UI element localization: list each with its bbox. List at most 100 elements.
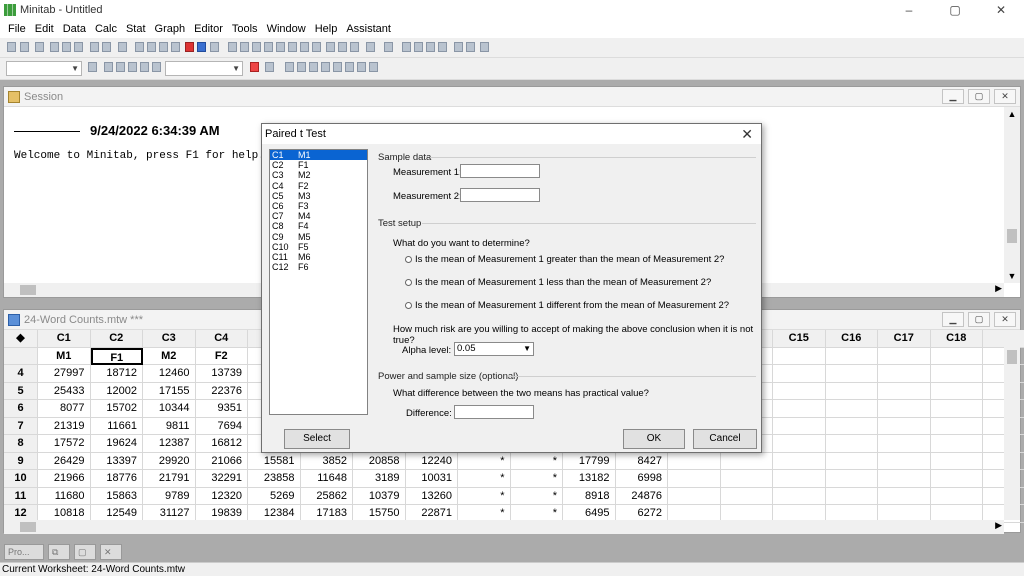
data-cell[interactable]: 21319 (38, 417, 91, 435)
column-name-cell[interactable] (930, 347, 983, 365)
option-greater-radio[interactable] (405, 256, 412, 263)
variable-list-item[interactable]: C9 M5 (270, 232, 367, 242)
data-cell[interactable]: 12387 (143, 435, 196, 453)
data-cell[interactable]: 6998 (615, 470, 668, 488)
row-header[interactable]: 4 (4, 365, 38, 383)
zoom-tool-icon[interactable] (466, 42, 475, 52)
dialog-close-icon[interactable]: ✕ (741, 124, 753, 144)
data-cell[interactable] (773, 400, 826, 418)
menu-data[interactable]: Data (63, 23, 86, 35)
data-cell[interactable]: 3852 (300, 452, 353, 470)
column-header[interactable]: C1 (38, 330, 91, 348)
data-cell[interactable] (773, 452, 826, 470)
data-cell[interactable] (930, 365, 983, 383)
dialog-title-bar[interactable]: Paired t Test ✕ (262, 124, 761, 144)
data-cell[interactable]: * (458, 452, 511, 470)
data-cell[interactable]: 10031 (405, 470, 458, 488)
data-cell[interactable]: 9351 (195, 400, 248, 418)
data-cell[interactable] (773, 470, 826, 488)
menu-window[interactable]: Window (267, 23, 306, 35)
data-cell[interactable] (878, 435, 931, 453)
option-less-label[interactable]: Is the mean of Measurement 1 less than t… (415, 277, 711, 288)
scroll-down-icon[interactable]: ▼ (1004, 271, 1020, 281)
graph-edit-icon-4[interactable] (438, 42, 447, 52)
row-header[interactable]: 9 (4, 452, 38, 470)
select-button[interactable]: Select (284, 429, 350, 449)
menu-calc[interactable]: Calc (95, 23, 117, 35)
polygon-tool-icon[interactable] (345, 62, 354, 72)
data-cell[interactable] (930, 435, 983, 453)
graph-folder-icon[interactable] (264, 42, 273, 52)
row-header[interactable]: 7 (4, 417, 38, 435)
data-cell[interactable]: 11661 (90, 417, 143, 435)
column-header[interactable]: C17 (878, 330, 931, 348)
option-different-label[interactable]: Is the mean of Measurement 1 different f… (415, 300, 729, 311)
line-tool-icon[interactable] (333, 62, 342, 72)
column-name-cell[interactable]: M1 (38, 347, 91, 365)
data-cell[interactable] (930, 452, 983, 470)
clear-tool-icon[interactable] (480, 42, 489, 52)
data-cell[interactable] (825, 487, 878, 505)
menu-edit[interactable]: Edit (35, 23, 54, 35)
data-cell[interactable]: 15863 (90, 487, 143, 505)
data-cell[interactable]: 11680 (38, 487, 91, 505)
polyline-tool-icon[interactable] (357, 62, 366, 72)
arrow-icon[interactable] (140, 62, 149, 72)
zoom-icon[interactable] (265, 62, 274, 72)
data-cell[interactable]: * (510, 487, 563, 505)
menu-assistant[interactable]: Assistant (346, 23, 391, 35)
variable-list-item[interactable]: C10 F5 (270, 242, 367, 252)
variable-list-item[interactable]: C3 M2 (270, 170, 367, 180)
column-header[interactable]: C3 (143, 330, 196, 348)
worksheet-hscroll-thumb[interactable] (20, 522, 36, 532)
session-hscroll-thumb[interactable] (20, 285, 36, 295)
print-icon[interactable] (35, 42, 44, 52)
row-header[interactable]: 5 (4, 382, 38, 400)
measurement2-field[interactable] (460, 188, 540, 202)
restore-mini-button[interactable]: ⧉ (48, 544, 70, 560)
rectangle-tool-icon[interactable] (309, 62, 318, 72)
data-cell[interactable]: 13739 (195, 365, 248, 383)
constants-folder-icon[interactable] (338, 42, 347, 52)
cancel-button[interactable]: Cancel (693, 429, 757, 449)
data-cell[interactable] (668, 470, 721, 488)
close-mini-button[interactable]: ✕ (100, 544, 122, 560)
bold-icon[interactable] (88, 62, 97, 72)
data-cell[interactable]: 23858 (248, 470, 301, 488)
option-greater-label[interactable]: Is the mean of Measurement 1 greater tha… (415, 254, 724, 265)
data-cell[interactable] (825, 382, 878, 400)
data-cell[interactable] (720, 470, 773, 488)
data-cell[interactable]: 10379 (353, 487, 406, 505)
add-icon[interactable] (128, 62, 137, 72)
data-cell[interactable]: 9811 (143, 417, 196, 435)
variable-list-item[interactable]: C6 F3 (270, 201, 367, 211)
replace-icon[interactable] (171, 42, 180, 52)
worksheet-scroll-thumb[interactable] (1007, 350, 1017, 364)
data-cell[interactable]: 20858 (353, 452, 406, 470)
data-cell[interactable] (668, 487, 721, 505)
column-name-cell[interactable] (825, 347, 878, 365)
data-cell[interactable] (773, 417, 826, 435)
graph-edit-icon-2[interactable] (414, 42, 423, 52)
data-cell[interactable] (773, 365, 826, 383)
session-minimize-button[interactable]: ▁ (942, 89, 964, 104)
data-cell[interactable]: 8427 (615, 452, 668, 470)
row-header[interactable]: 6 (4, 400, 38, 418)
design-icon[interactable] (312, 42, 321, 52)
data-cell[interactable] (930, 487, 983, 505)
data-cell[interactable]: 25862 (300, 487, 353, 505)
variable-list-item[interactable]: C2 F1 (270, 160, 367, 170)
option-less-radio[interactable] (405, 279, 412, 286)
data-cell[interactable]: 15702 (90, 400, 143, 418)
measurement1-field[interactable] (460, 164, 540, 178)
data-cell[interactable] (878, 487, 931, 505)
data-cell[interactable]: * (510, 452, 563, 470)
data-cell[interactable] (825, 435, 878, 453)
session-title-bar[interactable]: Session ▁ ▢ ✕ (4, 87, 1020, 107)
data-cell[interactable] (773, 435, 826, 453)
variable-list-item[interactable]: C7 M4 (270, 211, 367, 221)
variable-list-item[interactable]: C5 M3 (270, 191, 367, 201)
variable-list-item[interactable]: C8 F4 (270, 221, 367, 231)
delete-icon[interactable] (250, 62, 259, 72)
text-tool-icon[interactable] (297, 62, 306, 72)
